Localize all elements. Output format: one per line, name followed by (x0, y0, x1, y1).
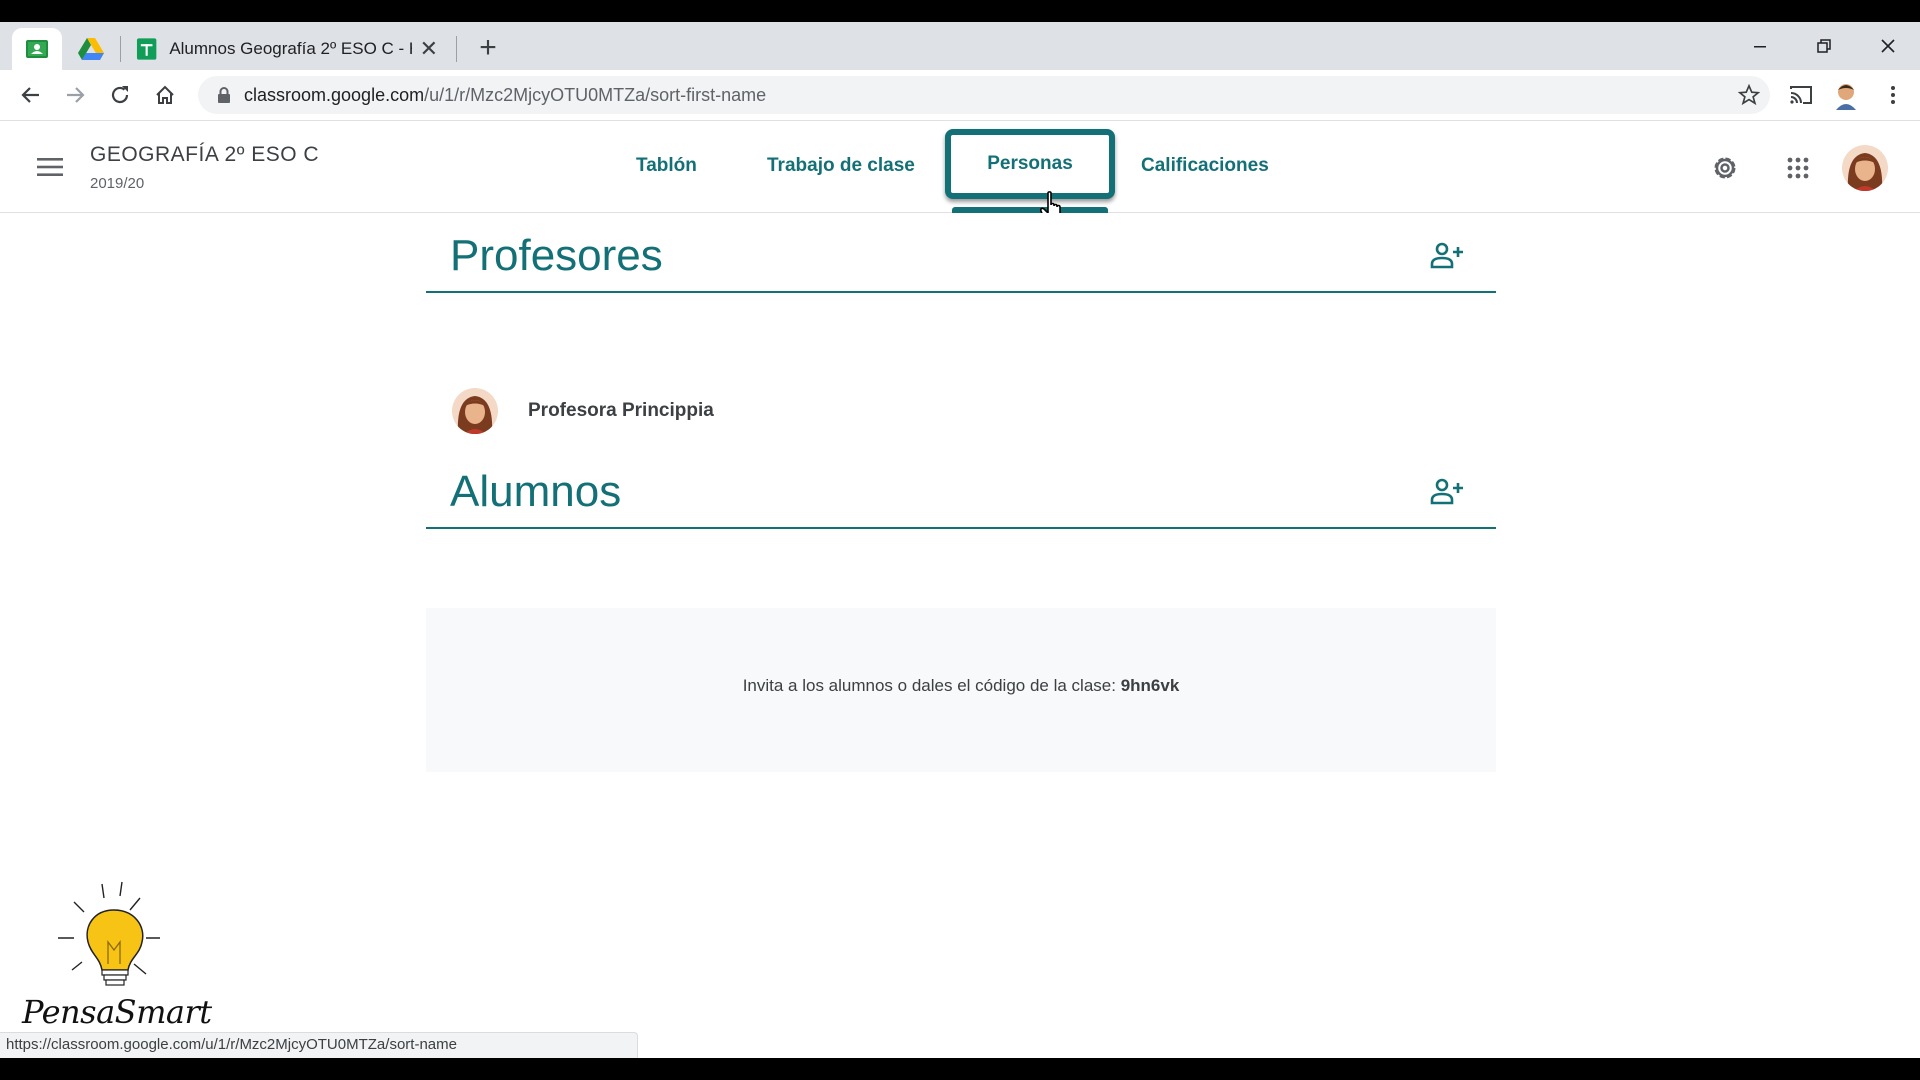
cast-icon (1790, 86, 1812, 104)
tab-close-icon[interactable]: ✕ (420, 38, 438, 60)
home-icon (156, 85, 174, 104)
invite-teacher-button[interactable] (1430, 241, 1466, 271)
screen: Alumnos Geografía 2º ESO C - H ✕ + class… (0, 0, 1920, 1080)
classroom-header: GEOGRAFÍA 2º ESO C 2019/20 Tablón Trabaj… (0, 120, 1920, 224)
sheets-tab[interactable]: Alumnos Geografía 2º ESO C - H ✕ (124, 28, 450, 70)
user-avatar-icon (1842, 145, 1888, 191)
classroom-pinned-tab[interactable] (12, 28, 62, 70)
browser-toolbar: classroom.google.com/u/1/r/Mzc2MjcyOTU0M… (0, 70, 1920, 120)
add-person-icon (1430, 478, 1463, 505)
restore-button[interactable] (1804, 30, 1844, 62)
tab-trabajo-de-clase[interactable]: Trabajo de clase (767, 155, 915, 177)
drive-pinned-tab[interactable] (66, 28, 116, 70)
class-code: 9hn6vk (1120, 676, 1180, 695)
people-page: Profesores Profesora Princippia Alumnos … (0, 213, 1920, 1058)
url-text: classroom.google.com/u/1/r/Mzc2MjcyOTU0M… (244, 85, 766, 106)
google-apps-button[interactable] (1777, 147, 1819, 189)
more-vertical-icon (1891, 86, 1895, 104)
invite-students-panel: Invita a los alumnos o dales el código d… (426, 608, 1496, 772)
tab-calificaciones[interactable]: Calificaciones (1141, 155, 1269, 177)
lock-icon (218, 87, 230, 103)
reload-icon (111, 86, 129, 104)
restore-icon (1817, 39, 1831, 53)
minimize-button[interactable] (1740, 30, 1780, 62)
url-path: /u/1/r/Mzc2MjcyOTU0MTZa/sort-first-name (424, 84, 767, 105)
close-icon (1881, 39, 1895, 53)
link-status-bar: https://classroom.google.com/u/1/r/Mzc2M… (0, 1032, 638, 1058)
google-sheets-icon (136, 38, 157, 60)
class-subtitle: 2019/20 (90, 175, 145, 192)
forward-button[interactable] (58, 78, 92, 112)
cast-button[interactable] (1784, 78, 1818, 112)
back-button[interactable] (14, 78, 48, 112)
tab-tablon[interactable]: Tablón (636, 155, 697, 177)
minimize-icon (1754, 46, 1766, 48)
tab-separator (456, 36, 457, 62)
lightbulb-icon (58, 881, 160, 986)
invite-message: Invita a los alumnos o dales el código d… (426, 676, 1496, 696)
teacher-list-item[interactable]: Profesora Princippia (426, 370, 1496, 450)
teacher-avatar (452, 388, 498, 434)
students-section-header: Alumnos (426, 449, 1496, 529)
tab-title: Alumnos Geografía 2º ESO C - H (169, 39, 412, 58)
star-icon[interactable] (1738, 84, 1760, 106)
close-window-button[interactable] (1868, 30, 1908, 62)
browser-menu-button[interactable] (1876, 78, 1910, 112)
teachers-title: Profesores (450, 231, 663, 280)
gear-icon (1714, 157, 1736, 179)
main-menu-button[interactable] (30, 147, 70, 187)
url-host: classroom.google.com (244, 84, 425, 105)
pensasmart-logo: PensaSmart (18, 880, 238, 1031)
students-title: Alumnos (450, 467, 622, 516)
teachers-section-header: Profesores (426, 213, 1496, 293)
arrow-right-icon (67, 87, 85, 103)
apps-grid-icon (1787, 157, 1809, 179)
invite-students-button[interactable] (1430, 477, 1466, 507)
hamburger-menu-icon (37, 158, 63, 176)
tab-separator (120, 36, 121, 62)
browser-tab-strip: Alumnos Geografía 2º ESO C - H ✕ + (0, 22, 1920, 70)
settings-button[interactable] (1704, 147, 1746, 189)
classroom-icon (26, 40, 48, 58)
tab-personas[interactable]: Personas (945, 129, 1115, 199)
arrow-left-icon (21, 87, 39, 103)
reload-button[interactable] (103, 78, 137, 112)
home-button[interactable] (148, 78, 182, 112)
new-tab-button[interactable]: + (472, 31, 504, 64)
profile-button[interactable] (1829, 78, 1863, 112)
invite-text: Invita a los alumnos o dales el código d… (742, 676, 1121, 695)
profile-avatar-icon (1836, 84, 1856, 110)
teacher-name: Profesora Princippia (528, 400, 714, 421)
tab-personas-label: Personas (987, 153, 1073, 174)
class-title[interactable]: GEOGRAFÍA 2º ESO C (90, 143, 319, 167)
logo-wordmark: PensaSmart (22, 993, 212, 1031)
account-avatar[interactable] (1842, 145, 1888, 191)
add-person-icon (1430, 242, 1463, 269)
user-avatar-icon (452, 388, 498, 434)
google-drive-icon (78, 38, 104, 60)
address-bar[interactable]: classroom.google.com/u/1/r/Mzc2MjcyOTU0M… (198, 76, 1770, 114)
